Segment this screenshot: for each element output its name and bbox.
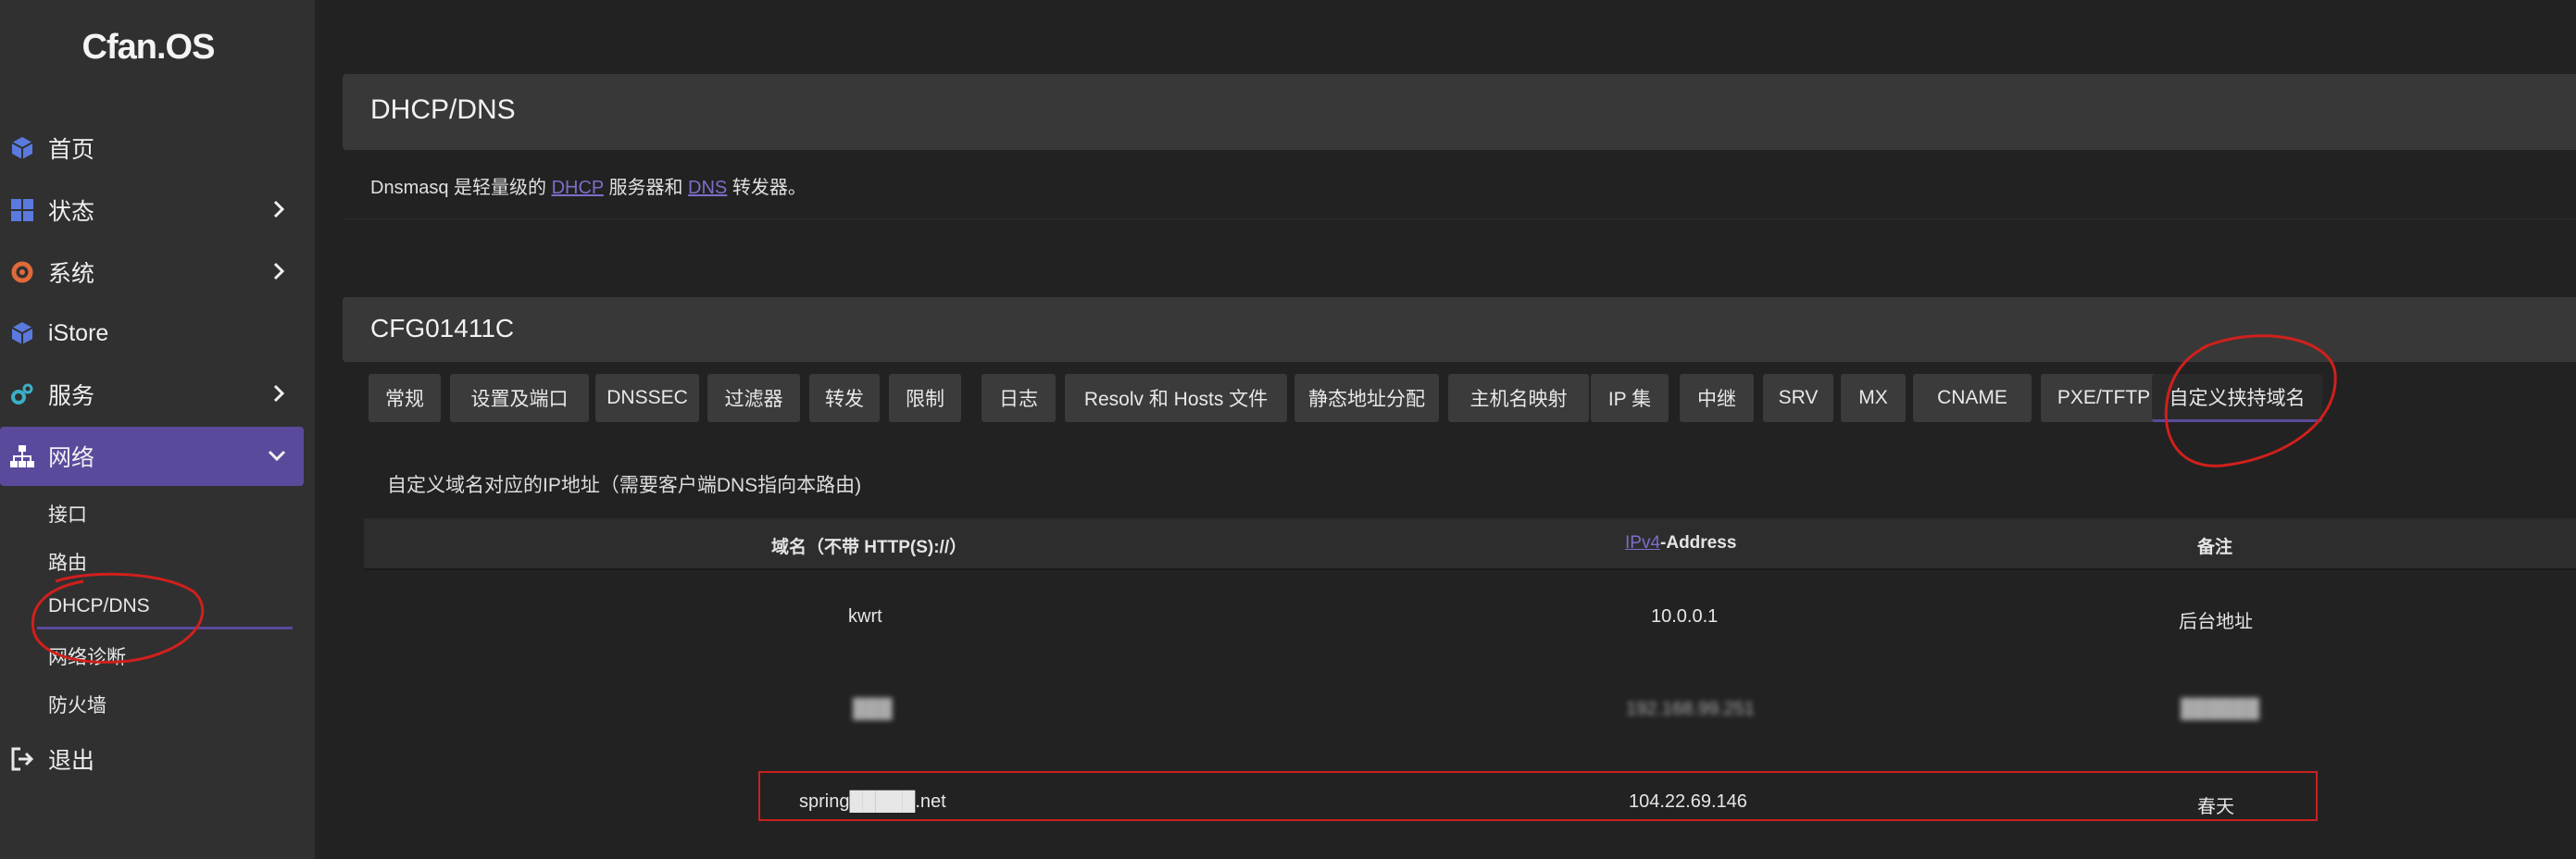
sidebar-item-network[interactable]: 网络 xyxy=(0,427,304,486)
tab-log[interactable]: 日志 xyxy=(982,374,1056,422)
tab-limits[interactable]: 限制 xyxy=(889,374,961,422)
table-row[interactable]: kwrt 10.0.0.1 后台地址 xyxy=(364,572,2576,663)
tab-dnssec[interactable]: DNSSEC xyxy=(595,374,699,422)
logo: Cfan.OS xyxy=(81,28,216,67)
cogs-icon xyxy=(11,383,33,405)
sidebar-item-home[interactable]: 首页 xyxy=(0,118,306,178)
cube-icon xyxy=(11,322,33,344)
tab-pxe-tftp[interactable]: PXE/TFTP xyxy=(2041,374,2167,422)
tab-relay[interactable]: 中继 xyxy=(1680,374,1754,422)
chevron-right-icon xyxy=(273,262,285,280)
tab-ipsets[interactable]: IP 集 xyxy=(1591,374,1669,422)
sidebar-item-label: 首页 xyxy=(48,137,95,163)
cube-icon xyxy=(11,137,33,159)
tab-mx[interactable]: MX xyxy=(1841,374,1906,422)
section-note: 自定义域名对应的IP地址（需要客户端DNS指向本路由) xyxy=(387,475,862,496)
cell-note: ██████ xyxy=(2181,699,2260,719)
chevron-right-icon xyxy=(273,200,285,218)
tab-resolv-hosts[interactable]: Resolv 和 Hosts 文件 xyxy=(1065,374,1287,422)
chevron-down-icon xyxy=(268,450,286,462)
annotation-circle-sidebar xyxy=(31,572,205,664)
table-row[interactable]: ███ 192.168.99.251 ██████ xyxy=(364,665,2576,755)
dhcp-link[interactable]: DHCP xyxy=(552,178,604,198)
sidebar-item-logout[interactable]: 退出 xyxy=(0,729,306,789)
page-header: DHCP/DNS xyxy=(343,74,2576,150)
sidebar-sub-interfaces[interactable]: 接口 xyxy=(48,500,87,528)
sitemap-icon xyxy=(10,445,34,467)
column-header-note: 备注 xyxy=(2197,538,2233,557)
gear-icon xyxy=(11,261,33,283)
cell-ip: 10.0.0.1 xyxy=(1651,606,1719,627)
desc-text: Dnsmasq 是轻量级的 xyxy=(370,178,552,198)
dashboard-icon xyxy=(11,199,33,221)
sidebar-item-system[interactable]: 系统 xyxy=(0,243,306,302)
table-header: 域名（不带 HTTP(S)://） IPv4-Address 备注 xyxy=(364,518,2576,570)
cell-domain: ███ xyxy=(853,699,893,719)
chevron-right-icon xyxy=(273,384,285,403)
sidebar-item-label: 网络 xyxy=(48,445,95,471)
sidebar-item-label: iStore xyxy=(48,319,109,346)
sidebar-item-istore[interactable]: iStore xyxy=(0,304,306,363)
cell-note: 后台地址 xyxy=(2179,612,2253,632)
cell-ip: 192.168.99.251 xyxy=(1626,699,1756,719)
sidebar-item-label: 退出 xyxy=(48,748,95,774)
logout-icon xyxy=(11,747,34,771)
sidebar: Cfan.OS 首页 状态 系统 iStore 服务 网络 接口 路由 DHCP… xyxy=(0,0,315,859)
column-header-ipv4: IPv4-Address xyxy=(1625,533,1736,554)
tab-cname[interactable]: CNAME xyxy=(1913,374,2032,422)
tab-hostnames[interactable]: 主机名映射 xyxy=(1448,374,1589,422)
tab-static-leases[interactable]: 静态地址分配 xyxy=(1294,374,1439,422)
sidebar-item-label: 系统 xyxy=(48,261,95,287)
desc-text: 服务器和 xyxy=(603,178,689,198)
tab-srv[interactable]: SRV xyxy=(1763,374,1833,422)
page-description: Dnsmasq 是轻量级的 DHCP 服务器和 DNS 转发器。 xyxy=(370,172,807,199)
sidebar-item-services[interactable]: 服务 xyxy=(0,365,306,424)
tab-general[interactable]: 常规 xyxy=(369,374,441,422)
column-header-domain: 域名（不带 HTTP(S)://） xyxy=(771,538,968,557)
highlight-box xyxy=(758,771,2318,821)
tab-settings-ports[interactable]: 设置及端口 xyxy=(450,374,589,422)
section-title: CFG01411C xyxy=(370,314,515,342)
tab-forward[interactable]: 转发 xyxy=(809,374,880,422)
sidebar-item-label: 服务 xyxy=(48,383,95,409)
ipv4-link[interactable]: IPv4 xyxy=(1625,533,1660,553)
app-root: Cfan.OS 首页 状态 系统 iStore 服务 网络 接口 路由 DHCP… xyxy=(0,0,2576,859)
sidebar-item-status[interactable]: 状态 xyxy=(0,181,306,240)
desc-text: 转发器。 xyxy=(727,178,807,198)
column-header-suffix: -Address xyxy=(1660,533,1737,553)
page-title: DHCP/DNS xyxy=(370,94,516,125)
tab-filter[interactable]: 过滤器 xyxy=(707,374,800,422)
divider xyxy=(343,218,2576,219)
dns-link[interactable]: DNS xyxy=(688,178,727,198)
cell-domain: kwrt xyxy=(848,606,882,627)
sidebar-item-label: 状态 xyxy=(48,199,95,225)
annotation-circle-tab xyxy=(2164,334,2337,467)
sidebar-sub-firewall[interactable]: 防火墙 xyxy=(48,691,106,718)
